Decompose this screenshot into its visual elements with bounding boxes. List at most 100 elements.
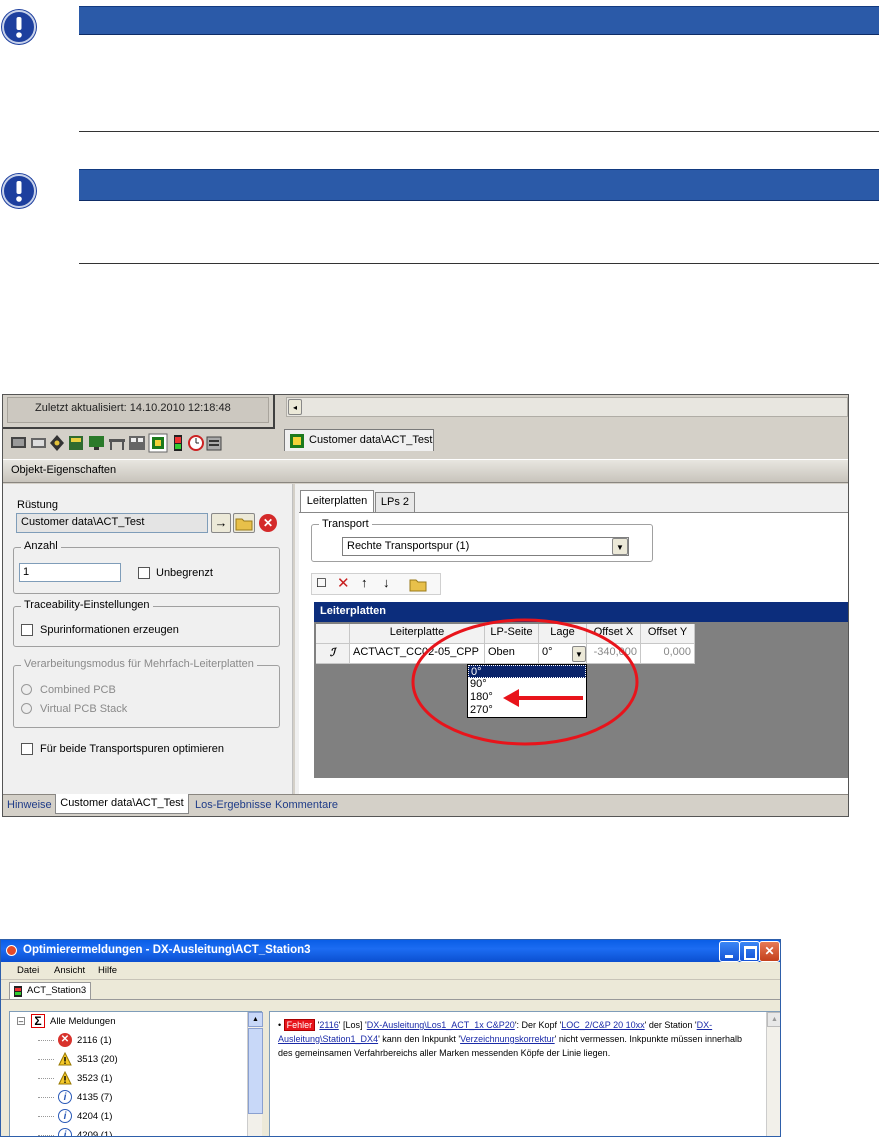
message-scroll-up-button[interactable]: ▲ <box>767 1012 780 1027</box>
tree-item[interactable]: 3513 (20) <box>10 1050 245 1069</box>
bottom-tab-kommentare[interactable]: Kommentare <box>275 799 338 811</box>
scroll-up-button[interactable]: ▲ <box>248 1012 263 1027</box>
unbegrenzt-label: Unbegrenzt <box>156 567 213 579</box>
notice-divider <box>79 131 879 132</box>
object-properties-screenshot: Zuletzt aktualisiert: 14.10.2010 12:18:4… <box>2 394 849 817</box>
board-icon <box>31 438 46 448</box>
new-row-icon[interactable]: ☐ <box>316 576 327 590</box>
head-link[interactable]: LOC_2/C&P 20 10xx <box>561 1020 644 1030</box>
printer-icon <box>206 436 222 451</box>
combined-radio[interactable] <box>21 684 32 695</box>
tree-item-label: 3513 (20) <box>77 1054 118 1065</box>
tree-item[interactable]: i 4135 (7) <box>10 1088 245 1107</box>
message-text: • Fehler '2116' [Los] 'DX-Ausleitung\Los… <box>278 1019 742 1058</box>
ruestung-label: Rüstung <box>17 499 58 511</box>
virtual-radio[interactable] <box>21 703 32 714</box>
transport-value: Rechte Transportspur (1) <box>347 540 470 552</box>
grid-corner <box>316 624 350 644</box>
transport-select[interactable]: Rechte Transportspur (1) <box>342 537 629 556</box>
move-up-icon[interactable]: ↑ <box>361 575 368 590</box>
message-tree: – Σ Alle Meldungen ✕ 2116 (1) 3513 (20) 352… <box>9 1011 263 1137</box>
transport-label: Transport <box>319 518 372 530</box>
sigma-icon: Σ <box>31 1014 45 1028</box>
anzahl-input[interactable]: 1 <box>19 563 121 582</box>
menu-datei[interactable]: Datei <box>17 965 39 976</box>
combined-label: Combined PCB <box>40 684 116 696</box>
transport-dropdown-button[interactable]: ▼ <box>612 538 628 555</box>
msg-text-2: ' der Station ' <box>644 1020 697 1030</box>
highlight-ellipse <box>411 618 639 746</box>
path-tab-label: Customer data\ACT_Test <box>309 434 433 446</box>
station-icon <box>14 986 22 997</box>
scope: [Los] <box>343 1020 363 1030</box>
move-down-icon[interactable]: ↓ <box>383 575 390 590</box>
tree-item-label: 4209 (1) <box>77 1130 113 1137</box>
apply-arrow-button[interactable]: → <box>211 513 231 533</box>
view-toolbar <box>9 433 265 453</box>
notice-header-bar <box>79 6 879 35</box>
exclamation-icon <box>2 10 36 44</box>
scroll-thumb[interactable] <box>248 1028 263 1114</box>
correction-link[interactable]: Verzeichnungskorrektur <box>460 1034 555 1044</box>
stack-icon <box>129 436 145 450</box>
tree-item[interactable]: ✕ 2116 (1) <box>10 1031 245 1050</box>
highlight-arrow-head <box>503 689 519 707</box>
tree-connector <box>38 1040 54 1041</box>
tree-root-label[interactable]: Alle Meldungen <box>50 1012 116 1031</box>
clear-button[interactable]: ✕ <box>259 514 277 532</box>
horizontal-scrollbar[interactable] <box>286 397 848 417</box>
monitor-icon <box>89 436 104 450</box>
tree-item[interactable]: i 4204 (1) <box>10 1107 245 1126</box>
open-folder-icon[interactable] <box>408 575 428 596</box>
menu-hilfe[interactable]: Hilfe <box>98 965 117 976</box>
tree-expand-toggle[interactable]: – <box>17 1017 25 1026</box>
battery-icon <box>174 435 182 451</box>
message-scrollbar[interactable]: ▲ <box>766 1012 780 1136</box>
spur-checkbox[interactable] <box>21 624 33 636</box>
los-link[interactable]: DX-Ausleitung\Los1_ACT_1x C&P20 <box>367 1020 515 1030</box>
msg-text-1: : Der Kopf ' <box>516 1020 562 1030</box>
bottom-tab-customer[interactable]: Customer data\ACT_Test <box>55 794 189 814</box>
unbegrenzt-checkbox[interactable] <box>138 567 150 579</box>
cell-offset-y[interactable]: 0,000 <box>641 644 695 664</box>
table-icon <box>109 439 125 450</box>
tree-item[interactable]: i 4209 (1) <box>10 1126 245 1137</box>
notice-divider <box>79 263 879 264</box>
code-link[interactable]: '2116' <box>318 1020 341 1030</box>
spur-label: Spurinformationen erzeugen <box>40 624 179 636</box>
station-tab-label: ACT_Station3 <box>27 985 87 996</box>
tree-connector <box>38 1078 54 1079</box>
window-title: Optimierermeldungen - DX-Ausleitung\ACT_… <box>23 944 311 956</box>
highlight-annotation <box>411 618 639 746</box>
bottom-tab-hinweise[interactable]: Hinweise <box>7 799 52 811</box>
tree-item-label: 2116 (1) <box>77 1035 112 1046</box>
bullet: • <box>278 1020 284 1030</box>
station-tab[interactable]: ACT_Station3 <box>9 982 91 999</box>
open-folder-button[interactable] <box>233 513 255 533</box>
menu-ansicht[interactable]: Ansicht <box>54 965 85 976</box>
warning-icon <box>58 1070 72 1085</box>
warning-icon <box>58 1051 72 1066</box>
tab-leiterplatten[interactable]: Leiterplatten <box>300 490 374 512</box>
tree-scrollbar[interactable]: ▲ <box>247 1012 263 1136</box>
maximize-button[interactable] <box>739 941 760 962</box>
feeder-icon <box>69 436 83 450</box>
anzahl-value: 1 <box>23 566 30 578</box>
ruestung-field[interactable]: Customer data\ACT_Test <box>16 513 208 533</box>
tree-item[interactable]: 3523 (1) <box>10 1069 245 1088</box>
row-edit-indicator: ℐ <box>316 644 350 664</box>
beide-checkbox[interactable] <box>21 743 33 755</box>
path-tab[interactable]: Customer data\ACT_Test <box>284 429 434 451</box>
delete-icon[interactable]: ✕ <box>337 574 350 592</box>
code-link-text[interactable]: 2116 <box>319 1020 338 1030</box>
msg-text-3: ' kann den Inkpunkt ' <box>378 1034 461 1044</box>
chip-icon <box>11 437 26 448</box>
close-button[interactable]: ✕ <box>759 941 780 962</box>
minimize-button[interactable] <box>719 941 740 962</box>
col-offset-y[interactable]: Offset Y <box>641 624 695 644</box>
scroll-left-button[interactable]: ◂ <box>288 399 302 415</box>
traceability-label: Traceability-Einstellungen <box>21 599 153 611</box>
tab-lps2[interactable]: LPs 2 <box>375 492 415 512</box>
bottom-tab-los[interactable]: Los-Ergebnisse <box>195 799 271 811</box>
panel-title: Objekt-Eigenschaften <box>11 464 117 476</box>
